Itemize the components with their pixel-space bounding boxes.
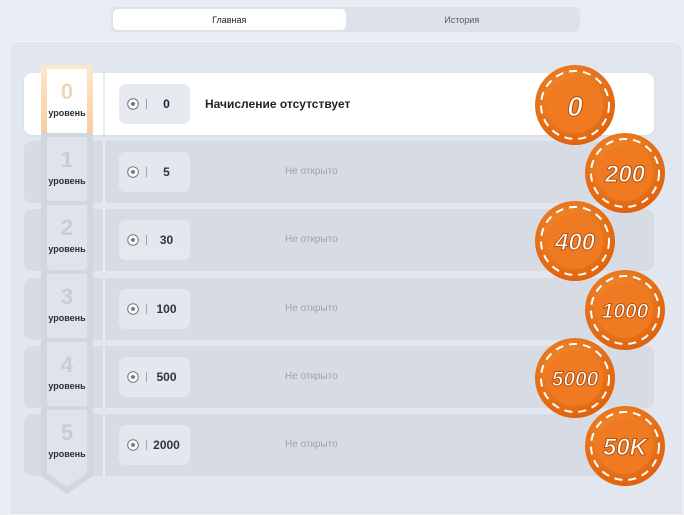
level-status: Не открыто xyxy=(285,166,338,177)
points-pill: 100 xyxy=(119,289,190,329)
divider xyxy=(103,346,105,408)
level-number: 4 xyxy=(60,352,74,377)
points-pill: 5 xyxy=(119,152,190,192)
level-status: Не открыто xyxy=(285,371,338,382)
level-badge: 5 уровень xyxy=(39,406,95,496)
soccer-ball-icon xyxy=(127,166,139,178)
level-label: уровень xyxy=(48,244,86,254)
divider xyxy=(103,73,105,135)
level-label: уровень xyxy=(48,449,86,459)
level-label: уровень xyxy=(48,176,86,186)
chip-value: 0 xyxy=(567,91,583,122)
points-amount: 0 xyxy=(163,97,170,111)
chip-5: 50K xyxy=(585,406,665,486)
points-amount: 5 xyxy=(163,165,170,179)
level-label: уровень xyxy=(48,108,86,118)
level-row-1: 1 уровень 5 Не открыто xyxy=(24,133,654,221)
level-number: 0 xyxy=(60,79,74,104)
level-status: Начисление отсутствует xyxy=(205,97,351,111)
soccer-ball-icon xyxy=(127,234,139,246)
level-status: Не открыто xyxy=(285,439,338,450)
chip-value: 5000 xyxy=(552,368,599,391)
level-row-5: 5 уровень 2000 Не открыто xyxy=(24,406,654,494)
divider xyxy=(103,414,105,476)
soccer-ball-icon xyxy=(127,303,139,315)
level-number: 1 xyxy=(60,147,74,172)
soccer-ball-icon xyxy=(127,98,139,110)
chip-value: 400 xyxy=(554,229,596,256)
level-number: 3 xyxy=(60,284,74,309)
chip-value: 200 xyxy=(604,161,646,188)
level-status: Не открыто xyxy=(285,234,338,245)
tab-bar: Главная История xyxy=(111,7,580,32)
points-amount: 100 xyxy=(156,302,177,316)
level-number: 2 xyxy=(60,215,74,240)
chip-value: 1000 xyxy=(602,300,649,323)
points-pill: 2000 xyxy=(119,425,190,465)
level-number: 5 xyxy=(60,420,74,445)
points-amount: 2000 xyxy=(153,438,180,452)
divider xyxy=(103,141,105,203)
divider xyxy=(103,278,105,340)
points-amount: 30 xyxy=(159,233,174,247)
level-label: уровень xyxy=(48,381,86,391)
level-row-3: 3 уровень 100 Не открыто xyxy=(24,270,654,358)
soccer-ball-icon xyxy=(127,439,139,451)
tab-history[interactable]: История xyxy=(346,9,579,30)
level-status: Не открыто xyxy=(285,303,338,314)
level-label: уровень xyxy=(48,313,86,323)
divider xyxy=(103,209,105,271)
tab-main[interactable]: Главная xyxy=(113,9,346,30)
points-pill: 0 xyxy=(119,84,190,124)
points-pill: 500 xyxy=(119,357,190,397)
points-amount: 500 xyxy=(156,370,177,384)
points-pill: 30 xyxy=(119,220,190,260)
soccer-ball-icon xyxy=(127,371,139,383)
chip-value: 50K xyxy=(603,434,649,461)
